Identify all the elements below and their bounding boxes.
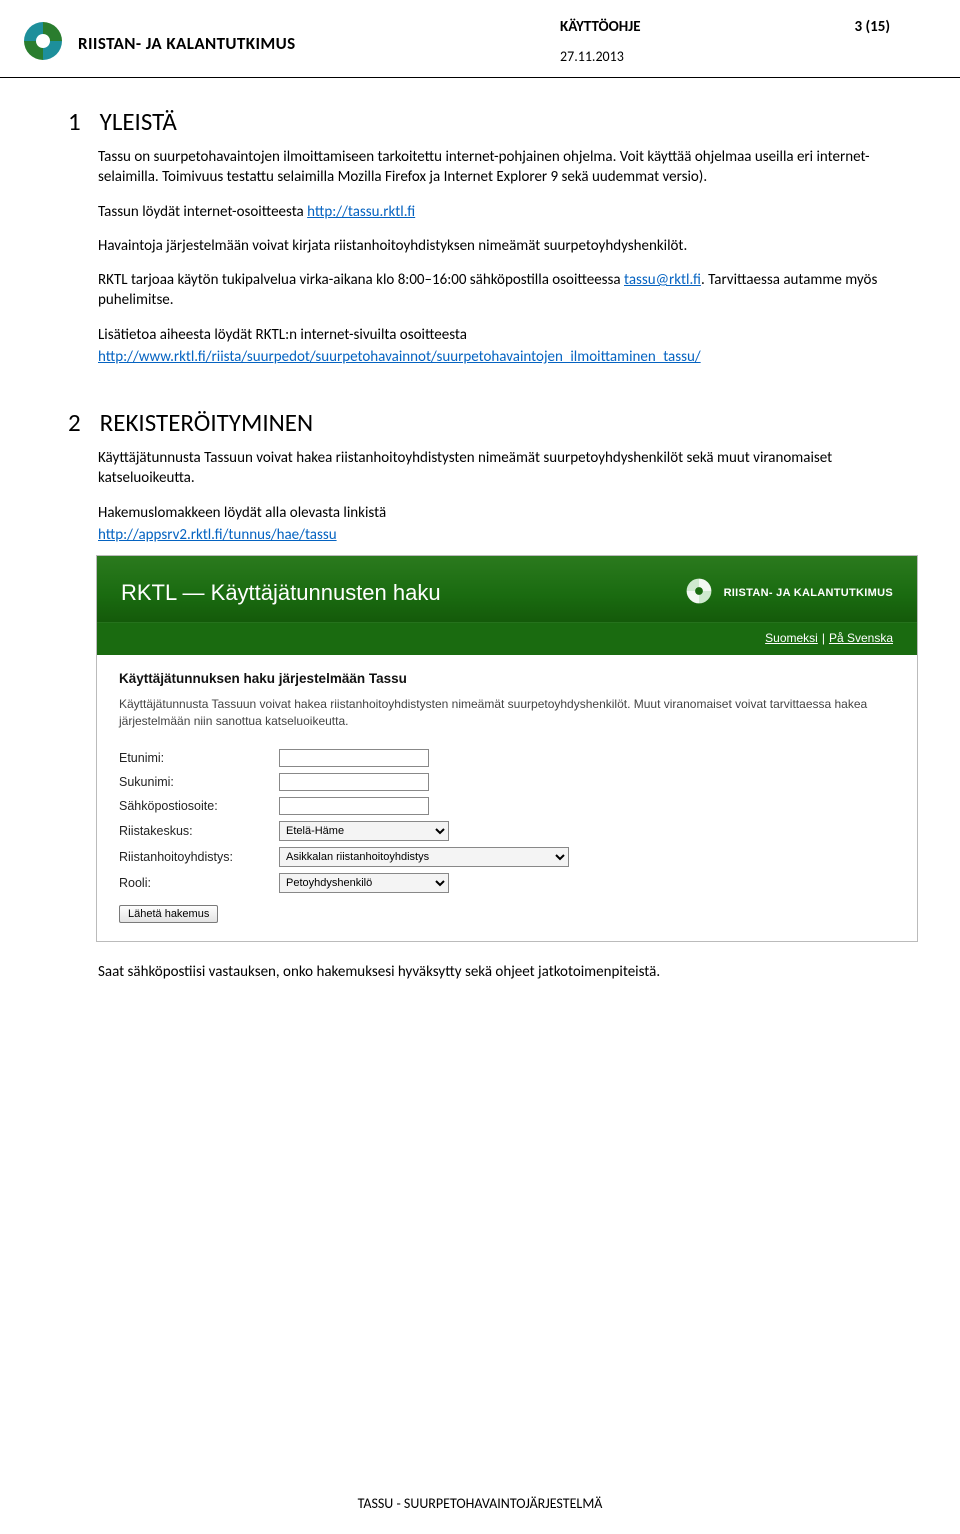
header-meta: KÄYTTÖOHJE 3 (15) 27.11.2013 <box>560 18 890 65</box>
org-name: RIISTAN- JA KALANTUTKIMUS <box>78 33 296 54</box>
label-role: Rooli: <box>119 876 279 890</box>
section-1-para-4: RKTL tarjoaa käytön tukipalvelua virka-a… <box>98 270 890 311</box>
section-1: 1 YLEISTÄ Tassu on suurpetohavaintojen i… <box>98 106 890 367</box>
page-header: RIISTAN- JA KALANTUTKIMUS KÄYTTÖOHJE 3 (… <box>0 0 960 78</box>
section-2-para-1: Käyttäjätunnusta Tassuun voivat hakea ri… <box>98 448 890 489</box>
ss-logo-text: RIISTAN- JA KALANTUTKIMUS <box>724 587 893 599</box>
lang-sv-link[interactable]: På Svenska <box>829 631 893 645</box>
select-center[interactable]: Etelä-Häme <box>279 821 449 841</box>
section-2-number: 2 <box>68 407 94 438</box>
page-footer: TASSU - SUURPETOHAVAINTOJÄRJESTELMÄ <box>0 1495 960 1512</box>
section-2: 2 REKISTERÖITYMINEN Käyttäjätunnusta Tas… <box>98 407 890 982</box>
ss-language-bar: Suomeksi|På Svenska <box>97 622 917 655</box>
logo-block: RIISTAN- JA KALANTUTKIMUS <box>20 18 560 69</box>
ss-description: Käyttäjätunnusta Tassuun voivat hakea ri… <box>119 696 889 731</box>
ss-subtitle: Käyttäjätunnuksen haku järjestelmään Tas… <box>119 671 889 686</box>
section-2-para-after: Saat sähköpostiisi vastauksen, onko hake… <box>98 962 890 982</box>
section-1-para-5: Lisätietoa aiheesta löydät RKTL:n intern… <box>98 325 890 345</box>
section-1-number: 1 <box>68 106 94 137</box>
doc-type: KÄYTTÖOHJE <box>560 18 641 36</box>
ss-body: Käyttäjätunnuksen haku järjestelmään Tas… <box>97 655 917 941</box>
section-1-title: YLEISTÄ <box>100 106 177 137</box>
ss-header: RKTL — Käyttäjätunnusten haku RIISTAN- J… <box>97 556 917 622</box>
lang-fi-link[interactable]: Suomeksi <box>765 631 818 645</box>
label-center: Riistakeskus: <box>119 824 279 838</box>
lang-separator: | <box>818 631 829 645</box>
embedded-screenshot: RKTL — Käyttäjätunnusten haku RIISTAN- J… <box>96 555 918 942</box>
link-rktl-info[interactable]: http://www.rktl.fi/riista/suurpedot/suur… <box>98 348 701 366</box>
label-email: Sähköpostiosoite: <box>119 799 279 813</box>
org-logo-icon <box>20 18 66 69</box>
link-support-email[interactable]: tassu@rktl.fi <box>624 271 701 289</box>
ss-logo-icon <box>684 576 714 610</box>
section-2-title: REKISTERÖITYMINEN <box>100 407 313 438</box>
submit-button[interactable]: Lähetä hakemus <box>119 905 218 923</box>
section-2-heading: 2 REKISTERÖITYMINEN <box>98 407 890 438</box>
section-1-para-1: Tassu on suurpetohavaintojen ilmoittamis… <box>98 147 890 188</box>
section-1-heading: 1 YLEISTÄ <box>98 106 890 137</box>
input-firstname[interactable] <box>279 749 429 767</box>
link-tassu-url[interactable]: http://tassu.rktl.fi <box>307 203 415 221</box>
input-lastname[interactable] <box>279 773 429 791</box>
section-2-para-2: Hakemuslomakkeen löydät alla olevasta li… <box>98 503 890 523</box>
label-firstname: Etunimi: <box>119 751 279 765</box>
doc-date: 27.11.2013 <box>560 48 890 65</box>
ss-title: RKTL — Käyttäjätunnusten haku <box>121 580 441 606</box>
section-1-para-3: Havaintoja järjestelmään voivat kirjata … <box>98 236 890 256</box>
label-association: Riistanhoitoyhdistys: <box>119 850 279 864</box>
select-association[interactable]: Asikkalan riistanhoitoyhdistys <box>279 847 569 867</box>
link-application-form[interactable]: http://appsrv2.rktl.fi/tunnus/hae/tassu <box>98 526 337 544</box>
input-email[interactable] <box>279 797 429 815</box>
select-role[interactable]: Petoyhdyshenkilö <box>279 873 449 893</box>
ss-logo-block: RIISTAN- JA KALANTUTKIMUS <box>684 576 893 610</box>
page-number: 3 (15) <box>854 18 890 36</box>
section-1-para-2: Tassun löydät internet-osoitteesta http:… <box>98 202 890 222</box>
label-lastname: Sukunimi: <box>119 775 279 789</box>
